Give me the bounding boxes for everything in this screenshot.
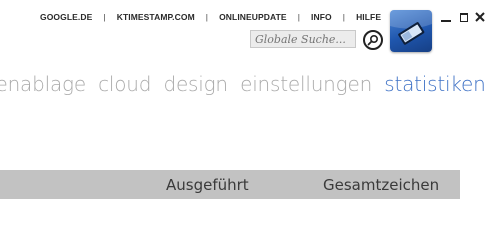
magnifier-icon [367, 34, 379, 46]
separator: | [297, 12, 301, 22]
main-navigation: nenablage cloud design einstellungen sta… [0, 72, 492, 96]
search-button[interactable] [363, 30, 383, 50]
separator: | [205, 12, 209, 22]
tab-design[interactable]: design [163, 72, 228, 96]
maximize-icon[interactable] [458, 11, 470, 23]
separator: | [342, 12, 346, 22]
link-hilfe[interactable]: HILFE [356, 12, 381, 22]
app-logo-icon [390, 10, 432, 52]
top-links-bar: GOOGLE.DE | KTIMESTAMP.COM | ONLINEUPDAT… [40, 10, 381, 24]
column-header-ausgefuehrt[interactable]: Ausgeführt [166, 176, 249, 194]
link-google[interactable]: GOOGLE.DE [40, 12, 92, 22]
global-search-input[interactable] [250, 30, 356, 48]
link-ktimestamp[interactable]: KTIMESTAMP.COM [117, 12, 195, 22]
link-info[interactable]: INFO [311, 12, 332, 22]
close-icon[interactable] [474, 11, 486, 23]
link-onlineupdate[interactable]: ONLINEUPDATE [219, 12, 287, 22]
tab-cloud[interactable]: cloud [98, 72, 151, 96]
table-header: Ausgeführt Gesamtzeichen [0, 170, 460, 199]
tab-statistiken[interactable]: statistiken [384, 72, 486, 96]
tab-nenablage[interactable]: nenablage [0, 72, 86, 96]
tab-einstellungen[interactable]: einstellungen [240, 72, 372, 96]
minimize-icon[interactable] [440, 11, 452, 23]
column-header-gesamtzeichen[interactable]: Gesamtzeichen [323, 176, 439, 194]
separator: | [103, 12, 106, 22]
